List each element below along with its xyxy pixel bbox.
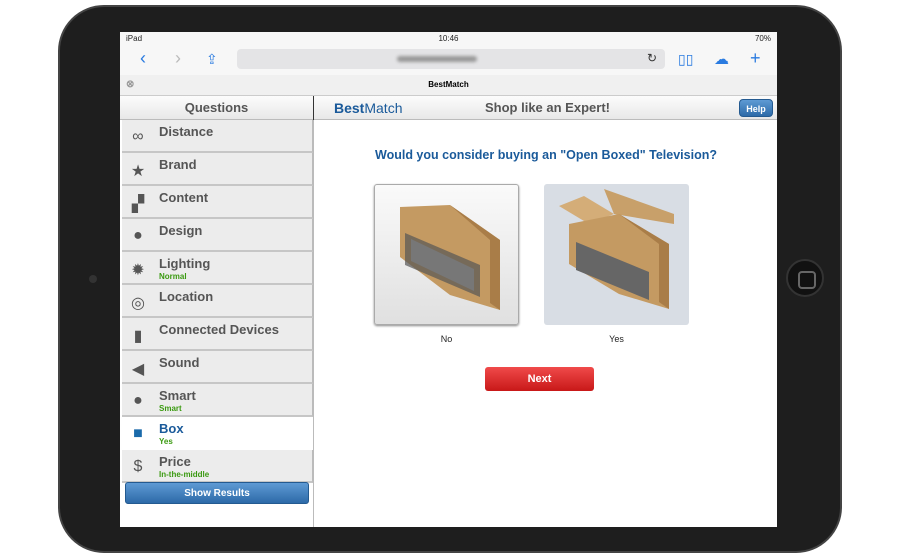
speaker-icon: ◀ <box>131 361 145 378</box>
sidebar-item-lighting[interactable]: ✹ Lighting Normal <box>122 252 313 285</box>
app-header: Questions BestMatch Shop like an Expert!… <box>120 96 777 120</box>
new-tab-icon[interactable]: + <box>750 48 761 69</box>
show-results-button[interactable]: Show Results <box>125 482 309 504</box>
sidebar-item-label: Box <box>159 421 184 436</box>
palette-icon: ● <box>133 227 143 244</box>
sidebar-item-smart[interactable]: ● Smart Smart <box>122 384 313 417</box>
clapperboard-icon: ▞ <box>131 196 145 213</box>
reload-icon[interactable]: ↻ <box>647 51 657 65</box>
dollar-icon: $ <box>133 458 143 475</box>
main-panel: Would you consider buying an "Open Boxed… <box>315 120 777 527</box>
close-tab-icon[interactable]: ⊗ <box>126 75 134 95</box>
sun-icon: ✹ <box>131 262 145 279</box>
tab-title: BestMatch <box>428 80 469 89</box>
tab-bar: ⊗ BestMatch <box>120 75 777 96</box>
sidebar-item-label: Content <box>159 190 209 205</box>
status-bar: iPad 10:46 70% <box>120 32 777 44</box>
help-button[interactable]: Help <box>739 99 773 117</box>
lightbulb-icon: ● <box>133 392 143 409</box>
sidebar-item-label: Connected Devices <box>159 322 279 337</box>
sidebar-item-distance[interactable]: ∞ Distance <box>122 120 313 153</box>
sidebar-item-label: Sound <box>159 355 200 370</box>
questions-title: Questions <box>120 96 314 120</box>
sidebar-item-price[interactable]: $ Price In-the-middle <box>122 450 313 483</box>
cloud-icon[interactable]: ☁ <box>714 50 729 68</box>
safari-toolbar: ‹ › ⇪ ↻ ▯▯ ☁ + <box>120 44 777 75</box>
url-bar[interactable]: ↻ <box>237 49 665 69</box>
sidebar-item-design[interactable]: ● Design <box>122 219 313 252</box>
sidebar-item-label: Location <box>159 289 214 304</box>
question-text: Would you consider buying an "Open Boxed… <box>375 148 717 162</box>
sidebar-item-label: Distance <box>159 124 214 139</box>
option-no-image[interactable] <box>374 184 519 325</box>
target-icon: ◎ <box>131 295 145 312</box>
share-icon[interactable]: ⇪ <box>206 51 218 68</box>
back-icon[interactable]: ‹ <box>140 48 146 69</box>
bookmarks-icon[interactable]: ▯▯ <box>678 51 693 68</box>
battery: 70% <box>754 33 771 43</box>
camera <box>89 275 97 283</box>
sidebar-item-value: Normal <box>159 272 187 281</box>
sidebar-item-connected-devices[interactable]: ▮ Connected Devices <box>122 318 313 351</box>
option-yes-label: Yes <box>609 334 624 344</box>
option-yes-image[interactable] <box>544 184 689 325</box>
option-no-label: No <box>440 334 453 344</box>
sidebar-item-location[interactable]: ◎ Location <box>122 285 313 318</box>
tagline: Shop like an Expert! <box>485 100 610 115</box>
sidebar-item-label: Design <box>159 223 203 238</box>
sidebar-item-brand[interactable]: ★ Brand <box>122 153 313 186</box>
binoculars-icon: ∞ <box>132 128 144 145</box>
sidebar-item-box[interactable]: ■ Box Yes <box>122 417 313 450</box>
sidebar-item-label: Lighting <box>159 256 211 271</box>
device-label: iPad <box>126 33 143 43</box>
clock: 10:46 <box>438 33 459 43</box>
screen: iPad 10:46 70% ‹ › ⇪ ↻ ▯▯ ☁ + ⊗ BestMatc… <box>120 32 777 527</box>
sidebar-item-value: Smart <box>159 404 182 413</box>
url-text-blurred <box>397 56 477 62</box>
sidebar-item-label: Smart <box>159 388 196 403</box>
next-button[interactable]: Next <box>485 367 594 391</box>
bestmatch-logo: BestMatch <box>334 100 403 116</box>
star-icon: ★ <box>130 163 146 180</box>
sidebar-item-sound[interactable]: ◀ Sound <box>122 351 313 384</box>
sidebar-item-label: Brand <box>159 157 197 172</box>
questions-sidebar: ∞ Distance ★ Brand ▞ Content ● Design ✹ Lighting N… <box>120 120 314 527</box>
sidebar-item-value: In-the-middle <box>159 470 210 479</box>
sidebar-item-label: Price <box>159 454 191 469</box>
sidebar-item-value: Yes <box>159 437 173 446</box>
box-icon: ■ <box>133 425 143 442</box>
sidebar-item-content[interactable]: ▞ Content <box>122 186 313 219</box>
usb-icon: ▮ <box>133 328 143 345</box>
forward-icon[interactable]: › <box>175 48 181 69</box>
home-button[interactable] <box>786 259 824 297</box>
